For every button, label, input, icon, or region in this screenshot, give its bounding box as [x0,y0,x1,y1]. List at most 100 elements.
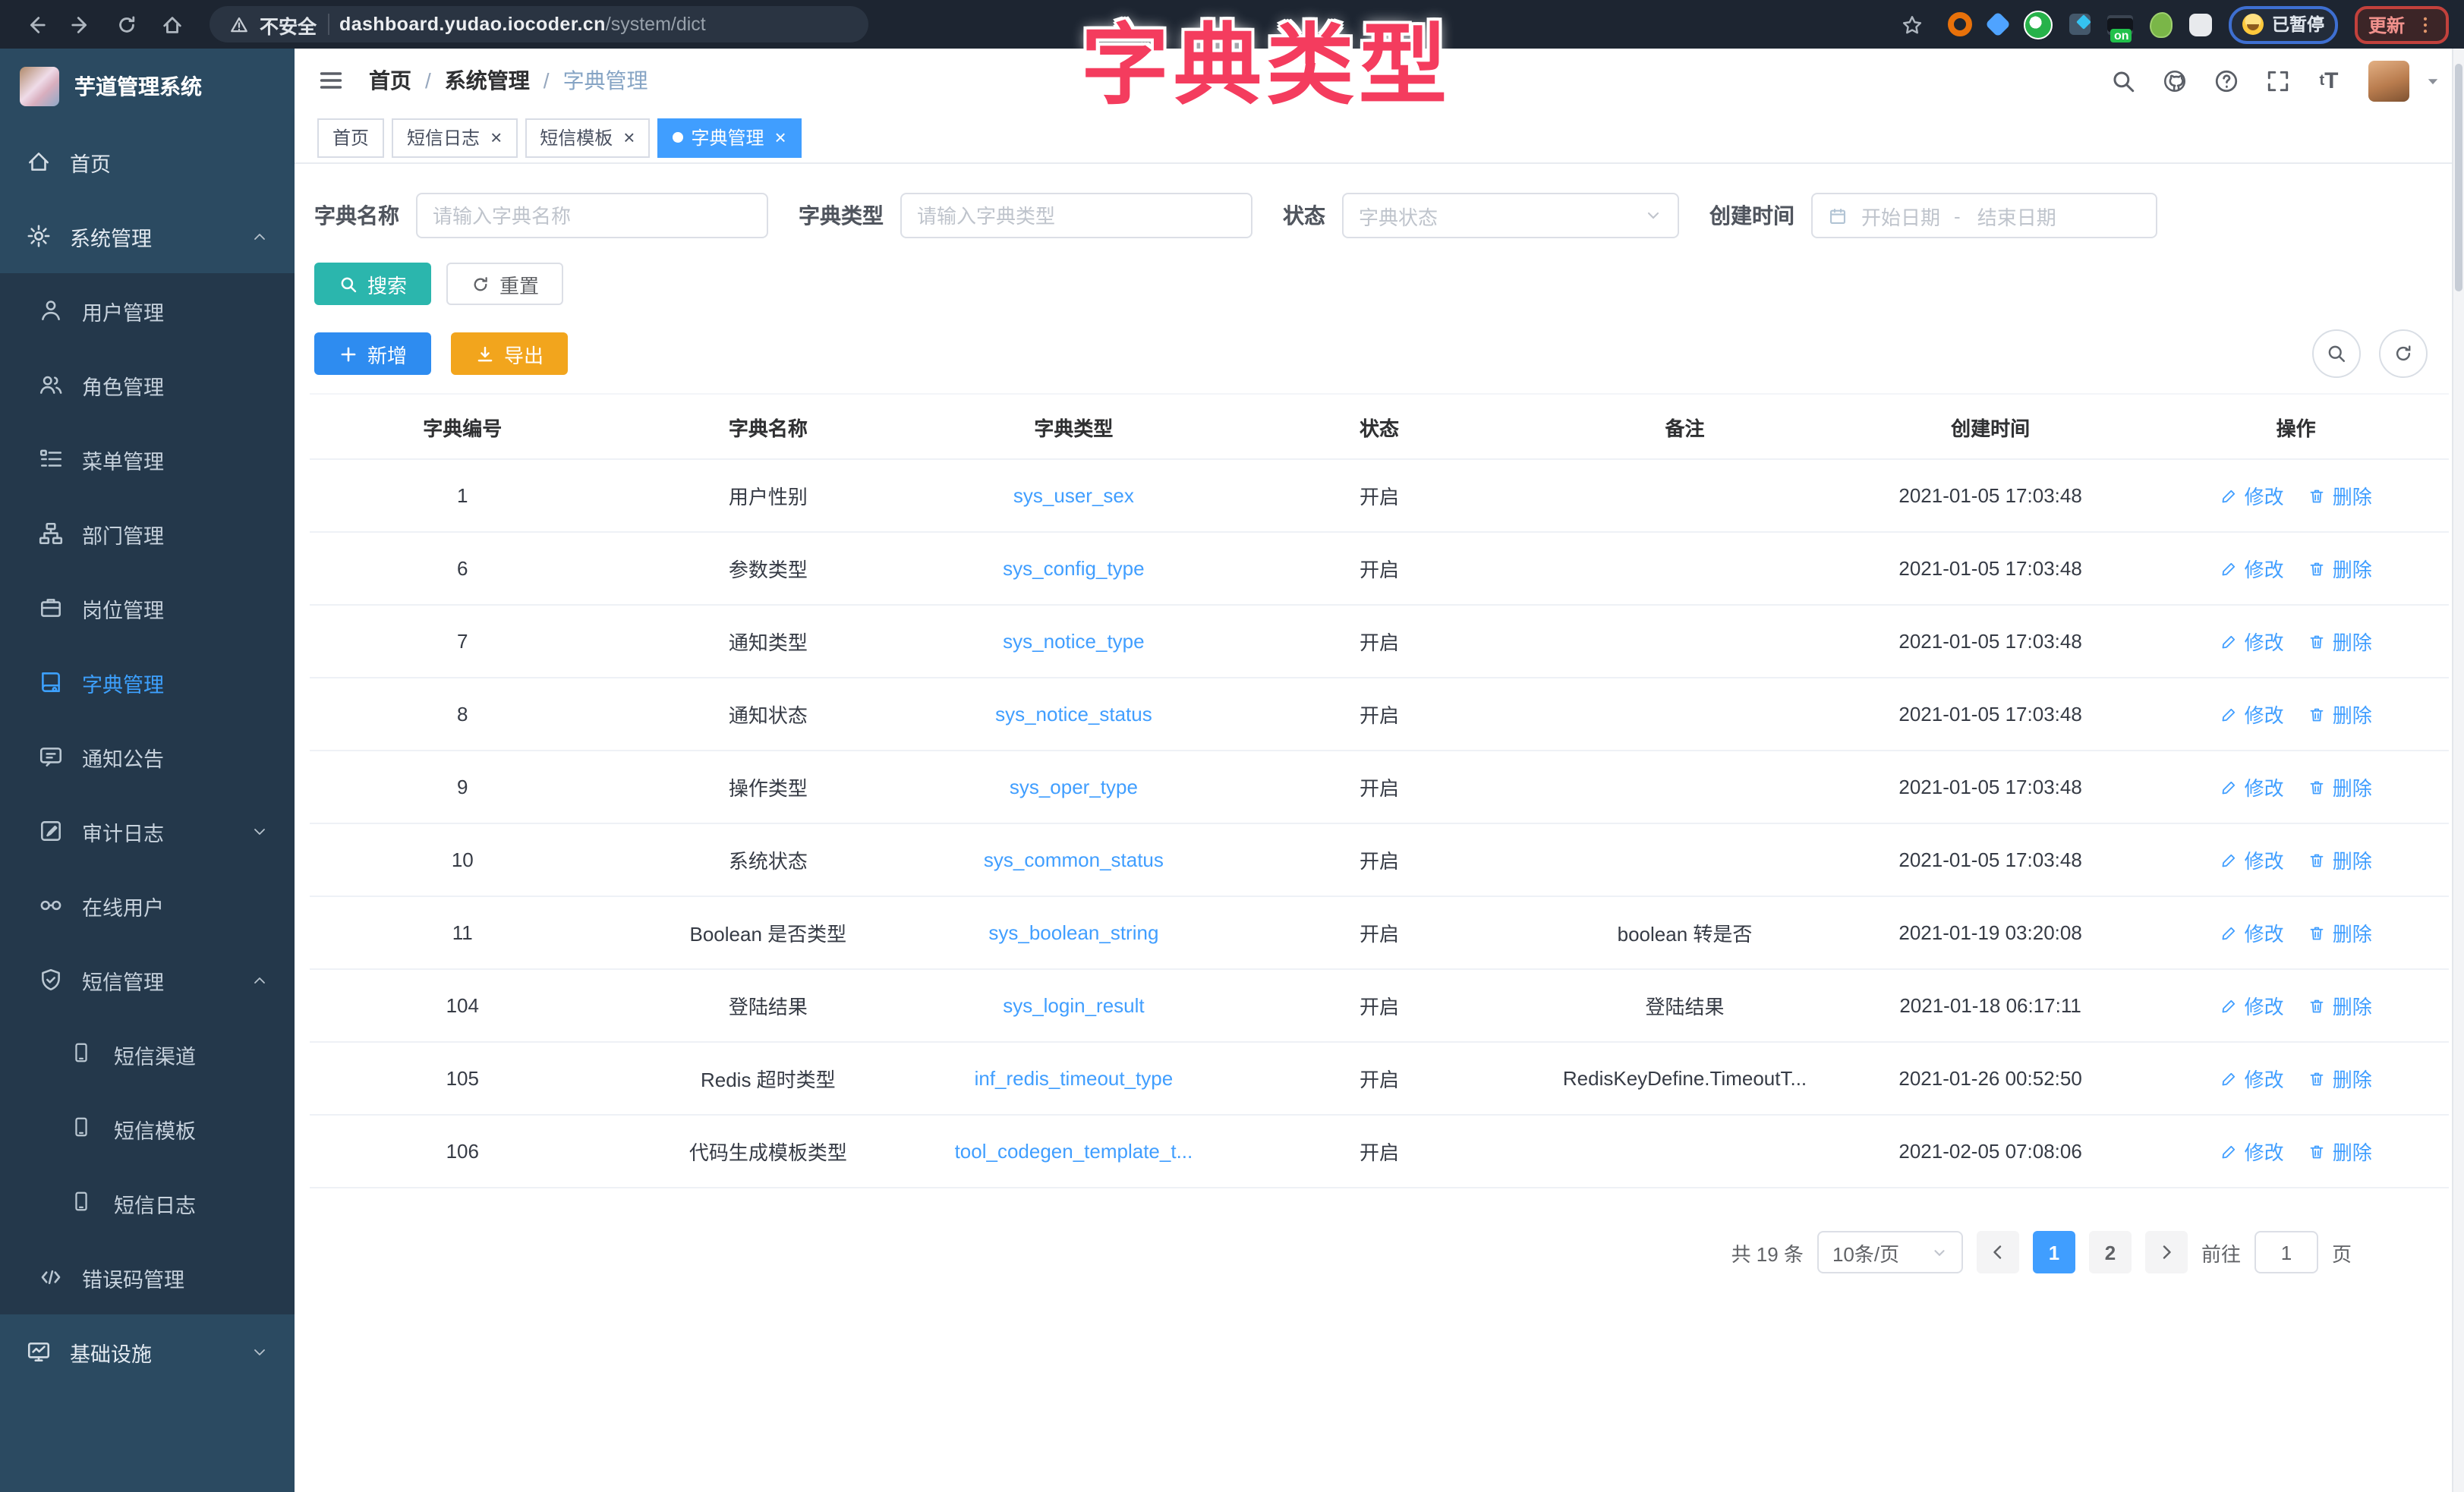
dict-type-input[interactable] [900,193,1252,238]
reload-icon[interactable] [106,6,146,42]
page-size-select[interactable]: 10条/页 [1817,1231,1963,1273]
tab-2[interactable]: 短信模板× [525,118,650,157]
close-icon[interactable]: × [623,127,635,147]
sidebar-item-12[interactable]: 短信渠道 [0,1017,295,1091]
close-icon[interactable]: × [490,127,502,147]
date-range-picker[interactable]: 开始日期 - 结束日期 [1811,193,2157,238]
prev-page-button[interactable] [1977,1231,2019,1273]
star-icon[interactable] [1892,6,1932,42]
delete-link[interactable]: 删除 [2308,1064,2372,1093]
edit-link[interactable]: 修改 [2220,918,2284,947]
chevron-down-icon[interactable] [2425,72,2441,89]
extension-on-badge-icon[interactable] [2108,14,2134,34]
cell-remark [1532,751,1838,823]
sidebar-item-16[interactable]: 基础设施 [0,1314,295,1389]
more-dots-icon[interactable] [2415,14,2435,34]
status-select[interactable]: 字典状态 [1342,193,1679,238]
sidebar-item-8[interactable]: 通知公告 [0,719,295,794]
goto-page-input[interactable] [2254,1231,2318,1273]
edit-link[interactable]: 修改 [2220,773,2284,801]
add-button[interactable]: 新增 [314,332,431,375]
sidebar-item-9[interactable]: 审计日志 [0,794,295,868]
browser-home-icon[interactable] [152,6,191,42]
sidebar-item-10[interactable]: 在线用户 [0,868,295,943]
page-number-2[interactable]: 2 [2089,1231,2132,1273]
edit-link[interactable]: 修改 [2220,627,2284,656]
delete-link[interactable]: 删除 [2308,918,2372,947]
export-button[interactable]: 导出 [451,332,568,375]
edit-link[interactable]: 修改 [2220,481,2284,510]
delete-link[interactable]: 删除 [2308,627,2372,656]
hamburger-icon[interactable] [317,67,345,94]
sidebar-item-7[interactable]: 字典管理 [0,645,295,719]
app-logo[interactable]: 芋道管理系统 [0,49,295,124]
breadcrumb-item-1[interactable]: 系统管理 [445,65,530,96]
sidebar-item-4[interactable]: 菜单管理 [0,422,295,496]
fullscreen-icon[interactable] [2256,59,2299,102]
edit-link[interactable]: 修改 [2220,554,2284,583]
paused-extension-pill[interactable]: 已暂停 [2229,5,2338,43]
page-scrollbar[interactable] [2452,49,2464,1492]
close-icon[interactable]: × [775,127,786,147]
extension-green-icon[interactable] [2024,10,2053,39]
delete-link[interactable]: 删除 [2308,481,2372,510]
sidebar-item-14[interactable]: 短信日志 [0,1166,295,1240]
search-button[interactable]: 搜索 [314,263,431,305]
tab-3[interactable]: 字典管理× [657,118,801,157]
github-icon[interactable] [2153,59,2195,102]
sidebar-item-11[interactable]: 短信管理 [0,943,295,1017]
cell-type-link[interactable]: sys_boolean_string [921,896,1227,969]
edit-link[interactable]: 修改 [2220,1137,2284,1166]
delete-link[interactable]: 删除 [2308,554,2372,583]
help-icon[interactable] [2204,59,2247,102]
sidebar-item-0[interactable]: 首页 [0,124,295,199]
edit-link[interactable]: 修改 [2220,1064,2284,1093]
cell-type-link[interactable]: sys_login_result [921,969,1227,1042]
page-number-1[interactable]: 1 [2033,1231,2075,1273]
edit-link[interactable]: 修改 [2220,845,2284,874]
refresh-button[interactable] [2379,329,2428,378]
search-icon[interactable] [2101,59,2144,102]
cell-type-link[interactable]: sys_common_status [921,823,1227,896]
cell-type-link[interactable]: sys_notice_status [921,678,1227,751]
edit-link[interactable]: 修改 [2220,700,2284,729]
sidebar-item-15[interactable]: 错误码管理 [0,1240,295,1314]
next-page-button[interactable] [2145,1231,2188,1273]
extension-plant-icon[interactable] [2150,11,2173,37]
breadcrumb-item-0[interactable]: 首页 [369,65,411,96]
url-bar[interactable]: 不安全 dashboard.yudao.iocoder.cn/system/di… [210,6,868,42]
back-icon[interactable] [15,6,55,42]
sidebar-item-5[interactable]: 部门管理 [0,496,295,571]
cell-type-link[interactable]: sys_notice_type [921,605,1227,678]
toggle-search-button[interactable] [2312,329,2361,378]
delete-link[interactable]: 删除 [2308,773,2372,801]
sidebar-item-13[interactable]: 短信模板 [0,1091,295,1166]
cell-type-link[interactable]: sys_user_sex [921,459,1227,532]
extension-grid-icon[interactable] [2070,14,2091,35]
delete-link[interactable]: 删除 [2308,1137,2372,1166]
browser-update-button[interactable]: 更新 [2355,5,2449,43]
font-size-icon[interactable]: tT [2308,59,2350,102]
edit-link[interactable]: 修改 [2220,991,2284,1020]
extension-puzzle-icon[interactable] [2190,13,2213,36]
tab-0[interactable]: 首页 [317,118,384,157]
reset-button[interactable]: 重置 [446,263,563,305]
extension-gem-icon[interactable] [1986,11,2012,37]
sidebar-item-6[interactable]: 岗位管理 [0,571,295,645]
user-avatar[interactable] [2368,60,2409,101]
cell-type-link[interactable]: sys_oper_type [921,751,1227,823]
forward-icon[interactable] [61,6,100,42]
cell-type-link[interactable]: tool_codegen_template_t... [921,1115,1227,1188]
sidebar-item-3[interactable]: 角色管理 [0,348,295,422]
sidebar-item-1[interactable]: 系统管理 [0,199,295,273]
tab-1[interactable]: 短信日志× [392,118,517,157]
cell-type-link[interactable]: inf_redis_timeout_type [921,1042,1227,1115]
sidebar-item-2[interactable]: 用户管理 [0,273,295,348]
dict-name-input[interactable] [416,193,768,238]
delete-link[interactable]: 删除 [2308,700,2372,729]
delete-link[interactable]: 删除 [2308,991,2372,1020]
extension-ring-icon[interactable] [1949,12,1973,36]
scrollbar-thumb[interactable] [2455,64,2462,291]
cell-type-link[interactable]: sys_config_type [921,532,1227,605]
delete-link[interactable]: 删除 [2308,845,2372,874]
